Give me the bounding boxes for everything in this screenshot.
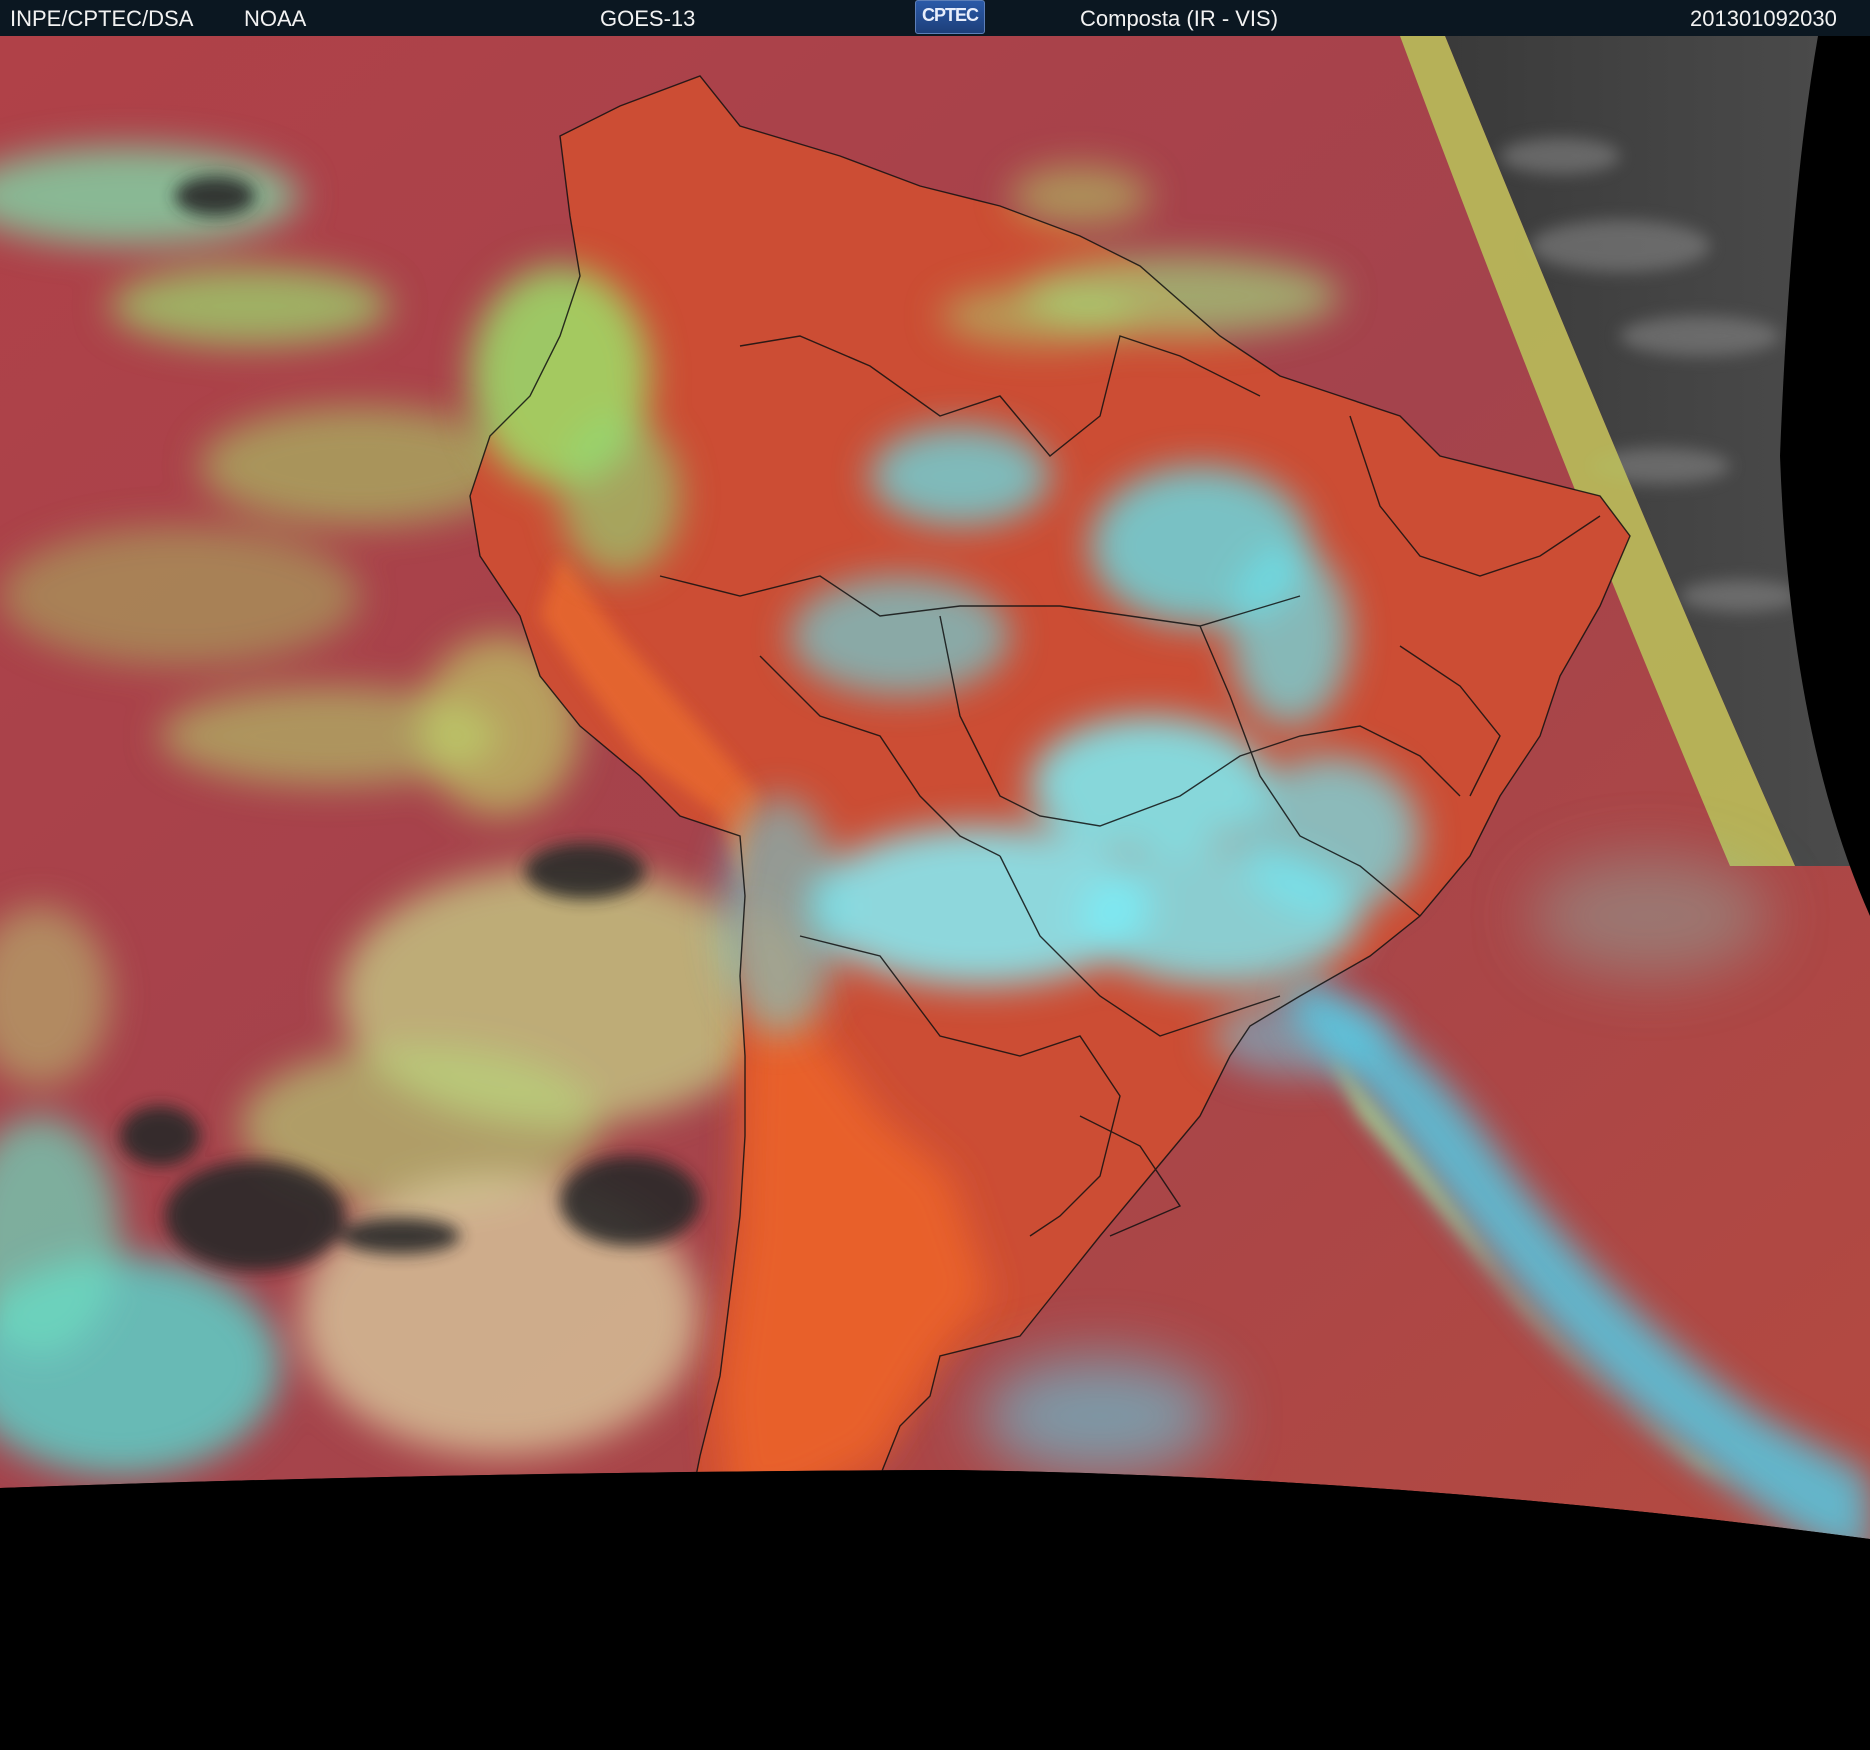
satellite-label: GOES-13 [600, 6, 696, 31]
timestamp-label: 201301092030 [1690, 6, 1837, 31]
cptec-logo: CPTEC [915, 0, 985, 34]
satellite-composite-map [0, 36, 1870, 1750]
source-label: INPE/CPTEC/DSA [10, 6, 194, 31]
product-label: Composta (IR - VIS) [1080, 6, 1279, 31]
image-header: INPE/CPTEC/DSA NOAA GOES-13 CPTEC Compos… [0, 0, 1870, 36]
agency-label: NOAA [244, 6, 307, 31]
cptec-logo-text: CPTEC [921, 5, 979, 25]
earth-limb-south [0, 1470, 1870, 1750]
